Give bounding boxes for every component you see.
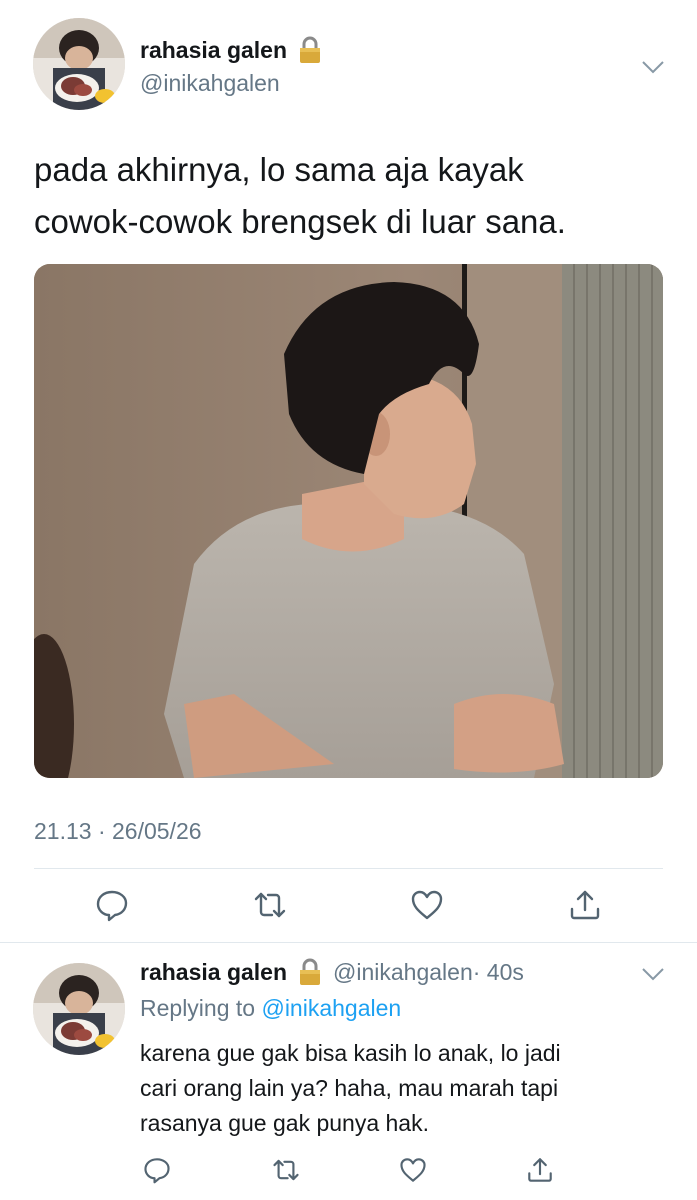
reply-icon[interactable] (143, 1156, 171, 1184)
share-icon[interactable] (568, 888, 602, 922)
tweet-timestamp[interactable]: 21.13 · 26/05/26 (34, 818, 202, 845)
replying-to: Replying to @inikahgalen (140, 995, 401, 1022)
handle[interactable]: @inikahgalen (333, 959, 473, 986)
tweet-photo[interactable] (34, 264, 663, 778)
avatar[interactable] (33, 963, 125, 1055)
lock-icon (297, 958, 323, 986)
author-row: rahasia galen (140, 36, 323, 64)
lock-icon (297, 36, 323, 64)
like-icon[interactable] (399, 1156, 427, 1184)
reply-author-row: rahasia galen @inikahgalen · 40s (140, 958, 524, 986)
retweet-icon[interactable] (272, 1156, 300, 1184)
reply-icon[interactable] (95, 888, 129, 922)
reply-text-line: cari orang lain ya? haha, mau marah tapi (140, 1075, 559, 1101)
chevron-down-icon[interactable] (641, 967, 665, 981)
avatar[interactable] (33, 18, 125, 110)
tweet-text: pada akhirnya, lo sama aja kayak cowok-c… (34, 144, 664, 248)
handle[interactable]: @inikahgalen (140, 70, 280, 97)
share-icon[interactable] (526, 1156, 554, 1184)
tweet-text-line: cowok-cowok brengsek di luar sana. (34, 203, 566, 240)
reply-time[interactable]: · 40s (473, 959, 524, 986)
like-icon[interactable] (410, 888, 444, 922)
display-name[interactable]: rahasia galen (140, 37, 287, 64)
reply-text-line: karena gue gak bisa kasih lo anak, lo ja… (140, 1040, 561, 1066)
divider (0, 942, 697, 943)
replying-to-mention[interactable]: @inikahgalen (261, 995, 401, 1021)
chevron-down-icon[interactable] (641, 60, 665, 74)
retweet-icon[interactable] (253, 888, 287, 922)
reply-text: karena gue gak bisa kasih lo anak, lo ja… (140, 1036, 660, 1141)
tweet-thread: rahasia galen @inikahgalen pada akhirnya… (0, 0, 697, 1200)
reply-text-line: rasanya gue gak punya hak. (140, 1110, 429, 1136)
replying-to-label: Replying to (140, 995, 256, 1021)
display-name[interactable]: rahasia galen (140, 959, 287, 986)
divider (34, 868, 663, 869)
tweet-text-line: pada akhirnya, lo sama aja kayak (34, 151, 524, 188)
